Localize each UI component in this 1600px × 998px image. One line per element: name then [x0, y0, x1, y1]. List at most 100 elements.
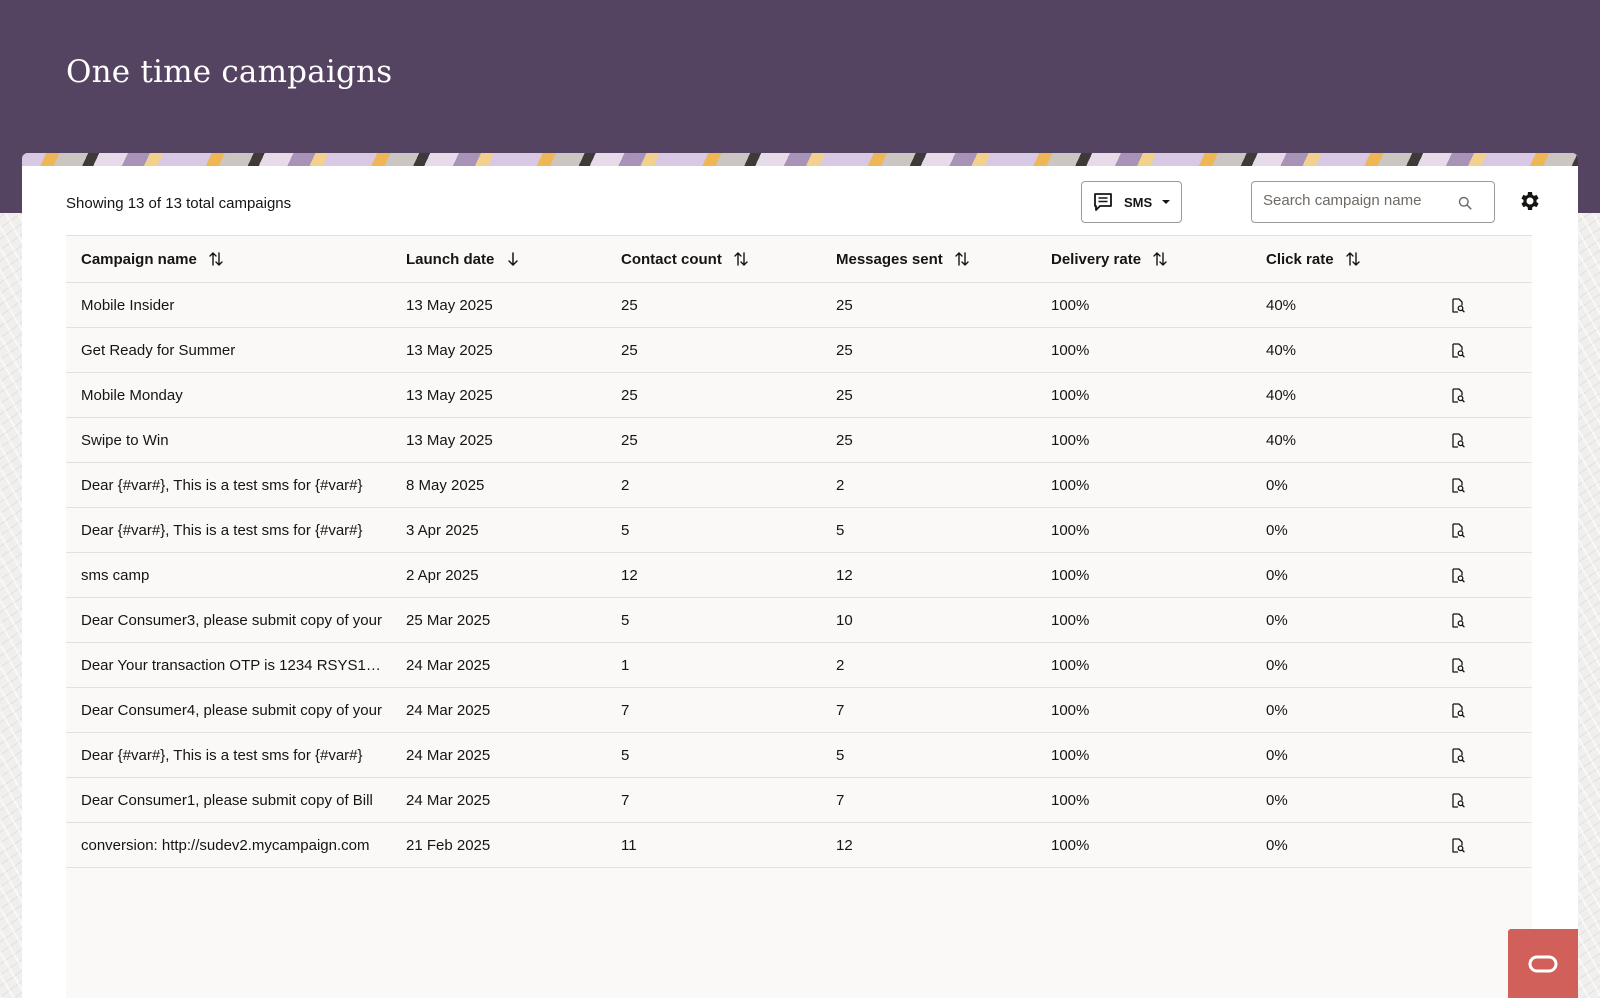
view-report-icon[interactable]: [1451, 567, 1465, 583]
launch-date-cell: 24 Mar 2025: [406, 791, 491, 809]
view-report-icon[interactable]: [1451, 612, 1465, 628]
launch-date-cell: 13 May 2025: [406, 296, 493, 314]
delivery-rate-cell: 100%: [1051, 746, 1090, 764]
channel-select-button[interactable]: SMS: [1081, 181, 1182, 223]
click-rate-cell: 0%: [1266, 701, 1288, 719]
messages-sent-cell: 5: [836, 521, 845, 539]
view-report-icon[interactable]: [1451, 792, 1465, 808]
row-actions-cell: [1451, 477, 1532, 493]
click-rate-cell: 0%: [1266, 521, 1288, 539]
click-rate-cell: 0%: [1266, 611, 1288, 629]
row-actions-cell: [1451, 792, 1532, 808]
view-report-icon[interactable]: [1451, 747, 1465, 763]
launch-date-cell: 24 Mar 2025: [406, 746, 491, 764]
column-header-contact-count[interactable]: Contact count: [606, 236, 821, 282]
contact-count-cell: 5: [621, 611, 630, 629]
messages-sent-cell: 10: [836, 611, 853, 629]
search-icon[interactable]: [1458, 196, 1472, 210]
table-header: Campaign name Launch date Contact count …: [66, 235, 1532, 283]
search-input[interactable]: [1263, 192, 1453, 209]
row-actions-cell: [1451, 567, 1532, 583]
view-report-icon[interactable]: [1451, 297, 1465, 313]
table-row[interactable]: conversion: http://sudev2.mycampaign.com…: [66, 823, 1532, 868]
gear-icon[interactable]: [1518, 189, 1542, 213]
delivery-rate-cell: 100%: [1051, 341, 1090, 359]
messages-sent-cell: 12: [836, 566, 853, 584]
messages-sent-cell: 12: [836, 836, 853, 854]
row-actions-cell: [1451, 522, 1532, 538]
view-report-icon[interactable]: [1451, 657, 1465, 673]
view-report-icon[interactable]: [1451, 702, 1465, 718]
click-rate-cell: 0%: [1266, 746, 1288, 764]
messages-sent-cell: 25: [836, 341, 853, 359]
contact-count-cell: 11: [621, 836, 637, 854]
contact-count-cell: 12: [621, 566, 638, 584]
table-row[interactable]: Dear {#var#}, This is a test sms for {#v…: [66, 733, 1532, 778]
view-report-icon[interactable]: [1451, 432, 1465, 448]
delivery-rate-cell: 100%: [1051, 656, 1090, 674]
column-header-campaign-name[interactable]: Campaign name: [66, 236, 391, 282]
sort-arrows-icon[interactable]: [1345, 251, 1360, 267]
click-rate-cell: 40%: [1266, 431, 1297, 449]
click-rate-cell: 0%: [1266, 791, 1288, 809]
table-row[interactable]: Swipe to Win 13 May 2025 25 25 100% 40%: [66, 418, 1532, 463]
messages-sent-cell: 2: [836, 656, 845, 674]
search-field[interactable]: [1251, 181, 1495, 223]
chat-assistant-button[interactable]: [1508, 929, 1578, 998]
launch-date-cell: 3 Apr 2025: [406, 521, 479, 539]
sort-arrows-icon[interactable]: [734, 251, 748, 267]
table-row[interactable]: Dear {#var#}, This is a test sms for {#v…: [66, 508, 1532, 553]
campaign-name-cell: Dear Consumer4, please submit copy of yo…: [81, 701, 382, 719]
delivery-rate-cell: 100%: [1051, 611, 1090, 629]
view-report-icon[interactable]: [1451, 477, 1465, 493]
table-row[interactable]: Mobile Monday 13 May 2025 25 25 100% 40%: [66, 373, 1532, 418]
campaign-name-cell: conversion: http://sudev2.mycampaign.com: [81, 836, 370, 854]
sort-arrows-icon[interactable]: [209, 251, 223, 267]
arrow-down-icon[interactable]: [506, 251, 520, 267]
column-header-actions: [1451, 236, 1532, 282]
column-header-messages-sent[interactable]: Messages sent: [821, 236, 1036, 282]
launch-date-cell: 8 May 2025: [406, 476, 485, 494]
delivery-rate-cell: 100%: [1051, 836, 1090, 854]
view-report-icon[interactable]: [1451, 387, 1465, 403]
launch-date-cell: 2 Apr 2025: [406, 566, 479, 584]
launch-date-cell: 13 May 2025: [406, 341, 493, 359]
delivery-rate-cell: 100%: [1051, 521, 1090, 539]
table-row[interactable]: Dear Consumer1, please submit copy of Bi…: [66, 778, 1532, 823]
click-rate-cell: 0%: [1266, 656, 1288, 674]
table-row[interactable]: Dear Your transaction OTP is 1234 RSYS1 …: [66, 643, 1532, 688]
table-row[interactable]: Dear {#var#}, This is a test sms for {#v…: [66, 463, 1532, 508]
sort-arrows-icon[interactable]: [1153, 251, 1167, 267]
view-report-icon[interactable]: [1451, 522, 1465, 538]
delivery-rate-cell: 100%: [1051, 566, 1090, 584]
contact-count-cell: 5: [621, 521, 630, 539]
view-report-icon[interactable]: [1451, 342, 1465, 358]
campaign-name-cell: Mobile Monday: [81, 386, 183, 404]
campaign-name-cell: Dear {#var#}, This is a test sms for {#v…: [81, 521, 363, 539]
launch-date-cell: 13 May 2025: [406, 386, 493, 404]
launch-date-cell: 13 May 2025: [406, 431, 493, 449]
launch-date-cell: 24 Mar 2025: [406, 701, 491, 719]
launch-date-cell: 25 Mar 2025: [406, 611, 491, 629]
table-row[interactable]: Dear Consumer4, please submit copy of yo…: [66, 688, 1532, 733]
delivery-rate-cell: 100%: [1051, 296, 1090, 314]
contact-count-cell: 1: [621, 656, 630, 674]
row-actions-cell: [1451, 297, 1532, 313]
results-count: Showing 13 of 13 total campaigns: [66, 195, 292, 212]
column-header-launch-date[interactable]: Launch date: [391, 236, 606, 282]
column-header-click-rate[interactable]: Click rate: [1251, 236, 1451, 282]
row-actions-cell: [1451, 432, 1532, 448]
table-row[interactable]: sms camp 2 Apr 2025 12 12 100% 0%: [66, 553, 1532, 598]
table-row[interactable]: Mobile Insider 13 May 2025 25 25 100% 40%: [66, 283, 1532, 328]
table-row[interactable]: Dear Consumer3, please submit copy of yo…: [66, 598, 1532, 643]
messages-sent-cell: 25: [836, 296, 853, 314]
table-row[interactable]: Get Ready for Summer 13 May 2025 25 25 100% 4…: [66, 328, 1532, 373]
campaign-name-cell: Dear Consumer3, please submit copy of yo…: [81, 611, 382, 629]
click-rate-cell: 40%: [1266, 296, 1297, 314]
message-icon: [1094, 193, 1112, 211]
column-header-delivery-rate[interactable]: Delivery rate: [1036, 236, 1251, 282]
view-report-icon[interactable]: [1451, 837, 1465, 853]
sort-arrows-icon[interactable]: [955, 251, 969, 267]
campaign-name-cell: Mobile Insider: [81, 296, 175, 314]
contact-count-cell: 2: [621, 476, 630, 494]
